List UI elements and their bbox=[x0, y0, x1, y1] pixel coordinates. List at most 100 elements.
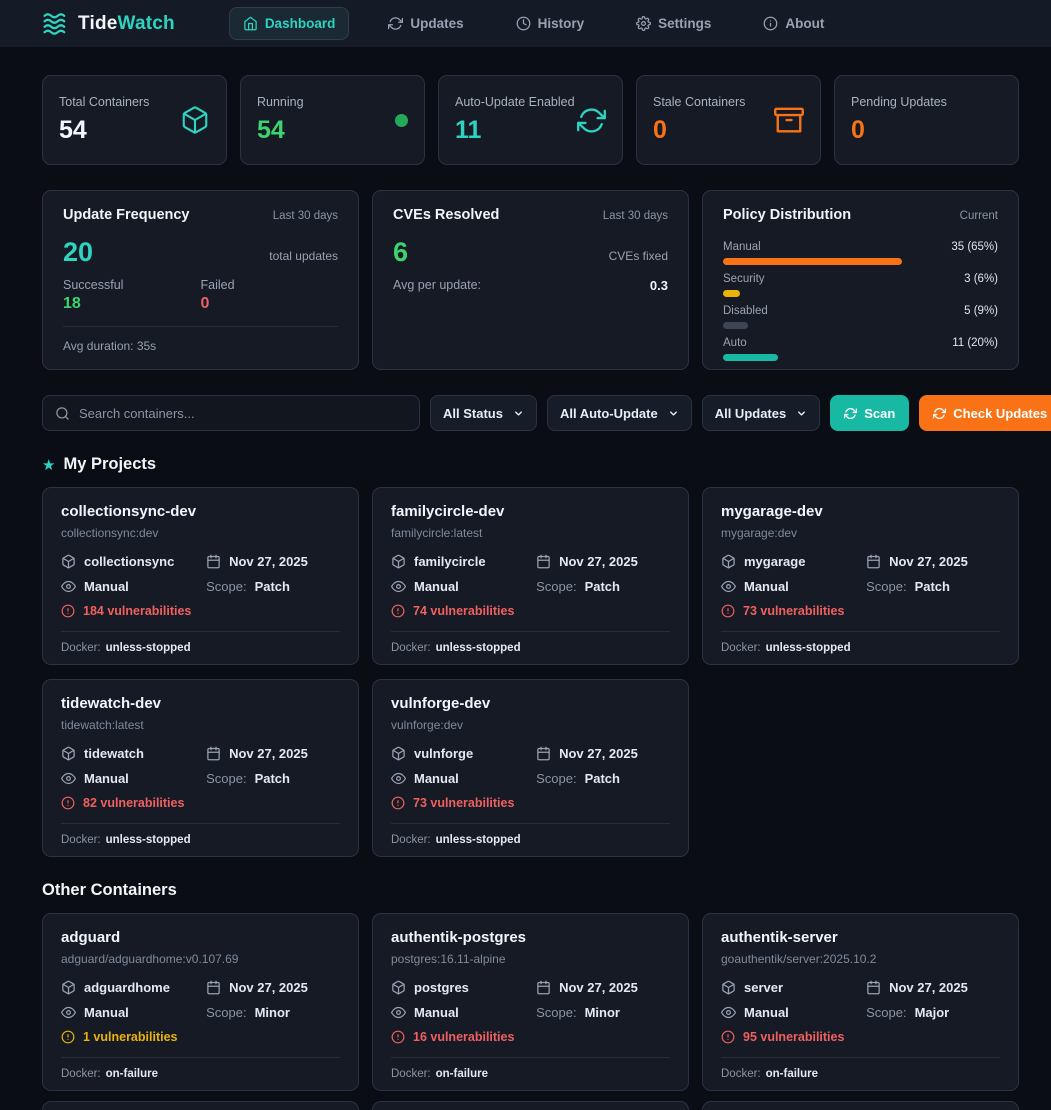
container-card[interactable]: tidewatch-dev tidewatch:latest tidewatch… bbox=[42, 679, 359, 857]
update-policy-cell: Manual bbox=[721, 579, 866, 594]
failed-updates: Failed 0 bbox=[201, 278, 339, 313]
update-policy-cell: Manual bbox=[721, 1005, 866, 1020]
divider bbox=[721, 631, 1000, 632]
policy-bar bbox=[723, 322, 748, 329]
successful-updates: Successful 18 bbox=[63, 278, 201, 313]
nav-tab-about[interactable]: About bbox=[750, 8, 837, 39]
auto-update-filter-select[interactable]: All Auto-Update bbox=[547, 395, 692, 431]
partial-card bbox=[702, 1101, 1019, 1110]
scope-cell: Scope: Minor bbox=[536, 1005, 670, 1020]
scan-button[interactable]: Scan bbox=[830, 395, 909, 431]
container-card[interactable]: authentik-postgres postgres:16.11-alpine… bbox=[372, 913, 689, 1091]
info-icon bbox=[763, 16, 778, 31]
docker-restart-policy: Docker: unless-stopped bbox=[61, 642, 340, 654]
nav-tab-settings[interactable]: Settings bbox=[623, 8, 724, 39]
nav-tab-updates[interactable]: Updates bbox=[375, 8, 476, 39]
container-name: tidewatch-dev bbox=[61, 695, 340, 712]
calendar-icon bbox=[536, 980, 551, 995]
vulnerabilities-cell: 1 vulnerabilities bbox=[61, 1030, 206, 1044]
image-name-cell: tidewatch bbox=[61, 746, 206, 761]
update-frequency-card: Update Frequency Last 30 days 20 total u… bbox=[42, 190, 359, 370]
container-card[interactable]: vulnforge-dev vulnforge:dev vulnforge No… bbox=[372, 679, 689, 857]
scope-cell: Scope: Patch bbox=[206, 771, 340, 786]
container-image-tag: mygarage:dev bbox=[721, 526, 1000, 540]
package-icon bbox=[391, 980, 406, 995]
policy-bar bbox=[723, 290, 740, 297]
alert-circle-icon bbox=[61, 604, 75, 618]
stat-total-containers: Total Containers 54 bbox=[42, 75, 227, 165]
package-icon bbox=[61, 554, 76, 569]
update-policy-cell: Manual bbox=[391, 1005, 536, 1020]
others-grid: adguard adguard/adguardhome:v0.107.69 ad… bbox=[42, 913, 1019, 1091]
calendar-icon bbox=[536, 554, 551, 569]
image-name-cell: vulnforge bbox=[391, 746, 536, 761]
package-icon bbox=[61, 746, 76, 761]
search-input[interactable] bbox=[79, 406, 407, 421]
last-checked-cell: Nov 27, 2025 bbox=[206, 554, 340, 569]
refresh-icon bbox=[933, 407, 946, 420]
stats-row: Total Containers 54 Running 54 Auto-Upda… bbox=[42, 75, 1019, 165]
updates-filter-select[interactable]: All Updates bbox=[702, 395, 821, 431]
container-name: familycircle-dev bbox=[391, 503, 670, 520]
container-card[interactable]: mygarage-dev mygarage:dev mygarage Nov 2… bbox=[702, 487, 1019, 665]
package-icon bbox=[721, 554, 736, 569]
image-name-cell: adguardhome bbox=[61, 980, 206, 995]
container-name: collectionsync-dev bbox=[61, 503, 340, 520]
brand-title: TideWatch bbox=[78, 13, 175, 35]
container-card[interactable]: adguard adguard/adguardhome:v0.107.69 ad… bbox=[42, 913, 359, 1091]
eye-icon bbox=[391, 579, 406, 594]
package-icon bbox=[391, 554, 406, 569]
stat-value: 11 bbox=[455, 116, 575, 145]
eye-icon bbox=[61, 1005, 76, 1020]
last-checked-cell: Nov 27, 2025 bbox=[536, 980, 670, 995]
stat-value: 54 bbox=[59, 116, 149, 145]
package-icon bbox=[61, 980, 76, 995]
alert-circle-icon bbox=[721, 604, 735, 618]
policy-bar bbox=[723, 354, 778, 361]
vulnerabilities-cell: 184 vulnerabilities bbox=[61, 604, 206, 618]
partial-card bbox=[372, 1101, 689, 1110]
docker-restart-policy: Docker: unless-stopped bbox=[721, 642, 1000, 654]
container-image-tag: vulnforge:dev bbox=[391, 718, 670, 732]
container-card[interactable]: collectionsync-dev collectionsync:dev co… bbox=[42, 487, 359, 665]
scope-cell: Scope: Patch bbox=[536, 771, 670, 786]
refresh-icon bbox=[577, 106, 606, 135]
alert-circle-icon bbox=[391, 796, 405, 810]
nav-tab-dashboard[interactable]: Dashboard bbox=[229, 7, 350, 40]
update-policy-cell: Manual bbox=[391, 579, 536, 594]
policy-rows: Manual 35 (65%) Security 3 (6%) bbox=[723, 233, 998, 361]
container-image-tag: adguard/adguardhome:v0.107.69 bbox=[61, 952, 340, 966]
eye-icon bbox=[61, 579, 76, 594]
cves-value: 6 bbox=[393, 239, 408, 266]
container-card[interactable]: authentik-server goauthentik/server:2025… bbox=[702, 913, 1019, 1091]
scope-cell: Scope: Minor bbox=[206, 1005, 340, 1020]
stat-pending-updates: Pending Updates 0 bbox=[834, 75, 1019, 165]
check-updates-button[interactable]: Check Updates bbox=[919, 395, 1051, 431]
projects-grid: collectionsync-dev collectionsync:dev co… bbox=[42, 487, 1019, 857]
avg-duration: Avg duration: 35s bbox=[63, 339, 338, 353]
eye-icon bbox=[391, 1005, 406, 1020]
vulnerabilities-cell: 95 vulnerabilities bbox=[721, 1030, 866, 1044]
status-filter-select[interactable]: All Status bbox=[430, 395, 537, 431]
chevron-down-icon bbox=[513, 408, 524, 419]
nav-tab-history[interactable]: History bbox=[503, 8, 598, 39]
image-name-cell: server bbox=[721, 980, 866, 995]
package-icon bbox=[721, 980, 736, 995]
update-policy-cell: Manual bbox=[61, 771, 206, 786]
avg-per-update: Avg per update: 0.3 bbox=[393, 278, 668, 293]
divider bbox=[721, 1057, 1000, 1058]
calendar-icon bbox=[866, 554, 881, 569]
policy-row: Disabled 5 (9%) bbox=[723, 305, 998, 329]
search-box[interactable] bbox=[42, 395, 420, 431]
divider bbox=[63, 326, 338, 327]
container-card[interactable]: familycircle-dev familycircle:latest fam… bbox=[372, 487, 689, 665]
calendar-icon bbox=[206, 746, 221, 761]
container-name: authentik-server bbox=[721, 929, 1000, 946]
calendar-icon bbox=[866, 980, 881, 995]
container-image-tag: tidewatch:latest bbox=[61, 718, 340, 732]
my-projects-heading: ★ My Projects bbox=[42, 455, 1019, 474]
image-name-cell: collectionsync bbox=[61, 554, 206, 569]
docker-restart-policy: Docker: unless-stopped bbox=[61, 834, 340, 846]
policy-row: Manual 35 (65%) bbox=[723, 241, 998, 265]
brand-logo[interactable]: TideWatch bbox=[42, 12, 175, 36]
